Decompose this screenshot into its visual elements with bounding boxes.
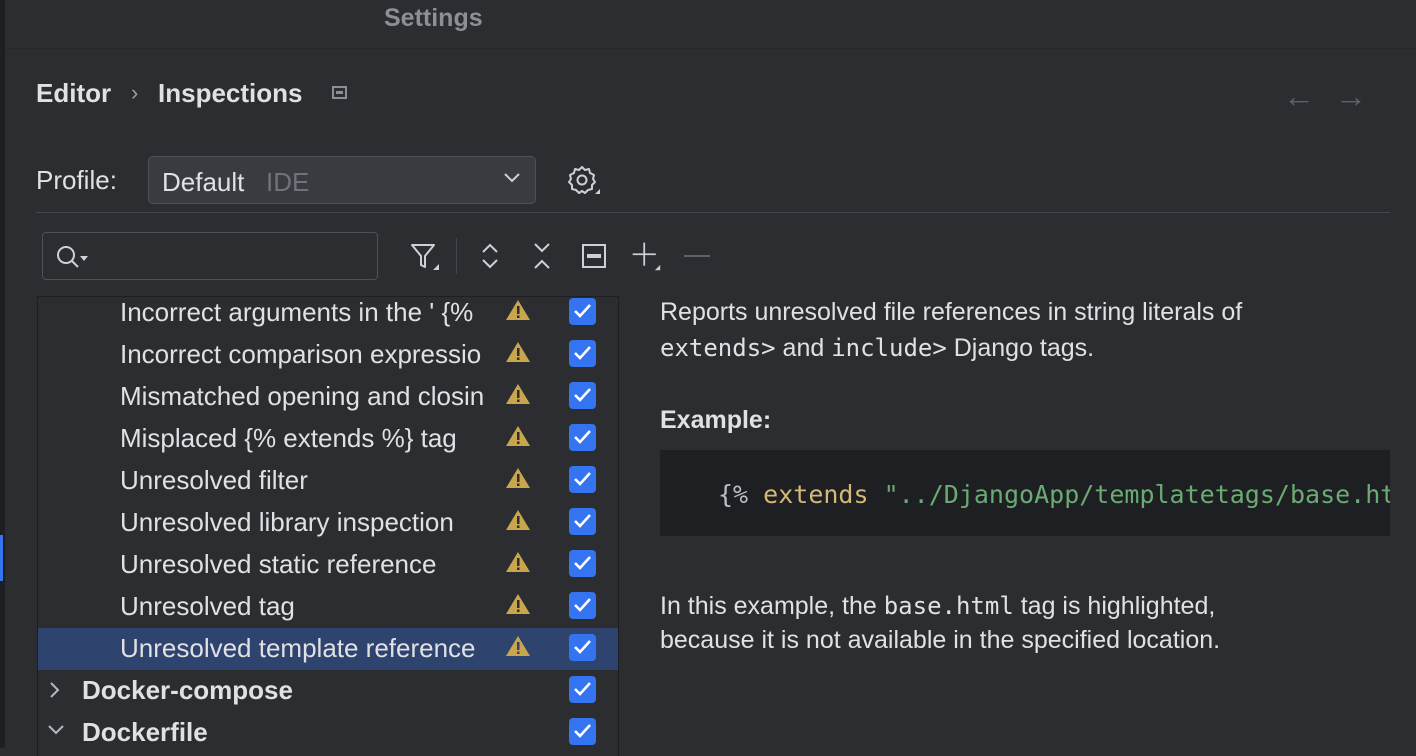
gear-icon[interactable] xyxy=(566,164,602,205)
description-note-1: In this example, the base.html tag is hi… xyxy=(660,592,1215,621)
warning-icon xyxy=(505,508,531,537)
panel-icon[interactable] xyxy=(332,86,347,99)
code-keyword: extends xyxy=(748,480,884,509)
add-icon[interactable] xyxy=(630,240,662,272)
group-label: Docker-compose xyxy=(82,675,293,705)
note-text: tag is highlighted, xyxy=(1013,592,1216,620)
group-label: Dockerfile xyxy=(82,717,208,747)
filter-icon[interactable] xyxy=(408,240,440,272)
warning-icon xyxy=(505,592,531,621)
inspection-label: Unresolved library inspection xyxy=(120,507,454,537)
chevron-right-icon[interactable] xyxy=(46,680,62,705)
inspection-checkbox[interactable] xyxy=(569,592,596,619)
profile-dropdown[interactable]: Default IDE xyxy=(148,156,536,204)
code-string: "../DjangoApp/templatetags/base.html" %} xyxy=(883,480,1390,509)
note-text: In this example, the xyxy=(660,592,884,620)
code-base-html: base.html xyxy=(883,592,1014,620)
warning-icon xyxy=(505,550,531,579)
search-field[interactable] xyxy=(99,239,371,275)
tree-row[interactable]: Misplaced {% extends %} tag xyxy=(38,418,618,460)
code-open: {% xyxy=(718,480,749,509)
tree-row[interactable]: Unresolved static reference xyxy=(38,544,618,586)
header-divider xyxy=(36,212,1390,213)
tree-group-row[interactable]: Docker-compose xyxy=(38,670,618,712)
left-panel-selection-marker xyxy=(0,535,3,581)
breadcrumb-editor[interactable]: Editor xyxy=(36,78,111,109)
inspection-label: Unresolved static reference xyxy=(120,549,437,579)
warning-icon xyxy=(505,340,531,369)
chevron-down-icon xyxy=(503,171,521,189)
inspection-label: Misplaced {% extends %} tag xyxy=(120,423,457,453)
inspection-checkbox[interactable] xyxy=(569,550,596,577)
warning-icon xyxy=(505,424,531,453)
inspection-label: Unresolved tag xyxy=(120,591,295,621)
inspection-label: Unresolved filter xyxy=(120,465,308,495)
inspection-checkbox[interactable] xyxy=(569,340,596,367)
breadcrumb-inspections: Inspections xyxy=(158,78,303,108)
expand-all-icon[interactable] xyxy=(474,240,506,272)
description-line-2: extends> and include> Django tags. xyxy=(660,334,1094,363)
title-divider xyxy=(5,48,1416,49)
chevron-down-icon[interactable] xyxy=(46,722,66,743)
inspection-checkbox[interactable] xyxy=(569,298,596,325)
description-line-1: Reports unresolved file references in st… xyxy=(660,298,1243,326)
warning-icon xyxy=(505,298,531,327)
warning-icon xyxy=(505,382,531,411)
inspection-checkbox[interactable] xyxy=(569,508,596,535)
toolbar-separator xyxy=(456,238,457,274)
inspection-label: Incorrect arguments in the ' {% xyxy=(120,297,474,327)
warning-icon xyxy=(505,634,531,663)
inspection-label: Unresolved template reference xyxy=(120,633,476,663)
profile-scope: IDE xyxy=(266,167,310,197)
back-arrow-icon[interactable]: ← xyxy=(1283,78,1315,115)
tree-row[interactable]: Unresolved filter xyxy=(38,460,618,502)
search-icon xyxy=(57,246,88,268)
group-checkbox[interactable] xyxy=(569,676,596,703)
inspection-label: Incorrect comparison expressio xyxy=(120,339,482,369)
description-note-2: because it is not available in the speci… xyxy=(660,626,1221,654)
breadcrumb-separator: › xyxy=(131,80,139,105)
description-text: Django tags. xyxy=(946,334,1095,362)
forward-arrow-icon[interactable]: → xyxy=(1335,78,1367,115)
code-example: {% extends "../DjangoApp/templatetags/ba… xyxy=(660,450,1390,536)
inspections-tree[interactable]: Incorrect arguments in the ' {% Incorrec… xyxy=(37,296,619,756)
hide-icon[interactable] xyxy=(578,240,610,272)
inspection-checkbox[interactable] xyxy=(569,466,596,493)
tree-row[interactable]: Incorrect comparison expressio xyxy=(38,334,618,376)
group-checkbox[interactable] xyxy=(569,718,596,745)
remove-icon xyxy=(681,240,713,272)
inspection-checkbox[interactable] xyxy=(569,382,596,409)
code-extends: extends> xyxy=(660,334,776,362)
inspection-label: Mismatched opening and closin xyxy=(120,381,485,411)
tree-row[interactable]: Unresolved library inspection xyxy=(38,502,618,544)
profile-value: Default xyxy=(162,167,245,197)
left-panel-edge xyxy=(0,0,5,748)
code-include: include> xyxy=(831,334,947,362)
warning-icon xyxy=(505,466,531,495)
description-text: and xyxy=(775,334,832,362)
inspection-checkbox[interactable] xyxy=(569,424,596,451)
tree-row[interactable]: Mismatched opening and closin xyxy=(38,376,618,418)
window-title: Settings xyxy=(384,4,483,32)
tree-row[interactable]: Unresolved tag xyxy=(38,586,618,628)
inspection-checkbox[interactable] xyxy=(569,634,596,661)
example-title: Example: xyxy=(660,406,772,434)
profile-label: Profile: xyxy=(36,165,117,195)
tree-row-selected[interactable]: Unresolved template reference xyxy=(38,628,618,670)
collapse-all-icon[interactable] xyxy=(526,240,558,272)
search-input[interactable] xyxy=(42,232,378,280)
tree-row[interactable]: Incorrect arguments in the ' {% xyxy=(38,297,618,334)
